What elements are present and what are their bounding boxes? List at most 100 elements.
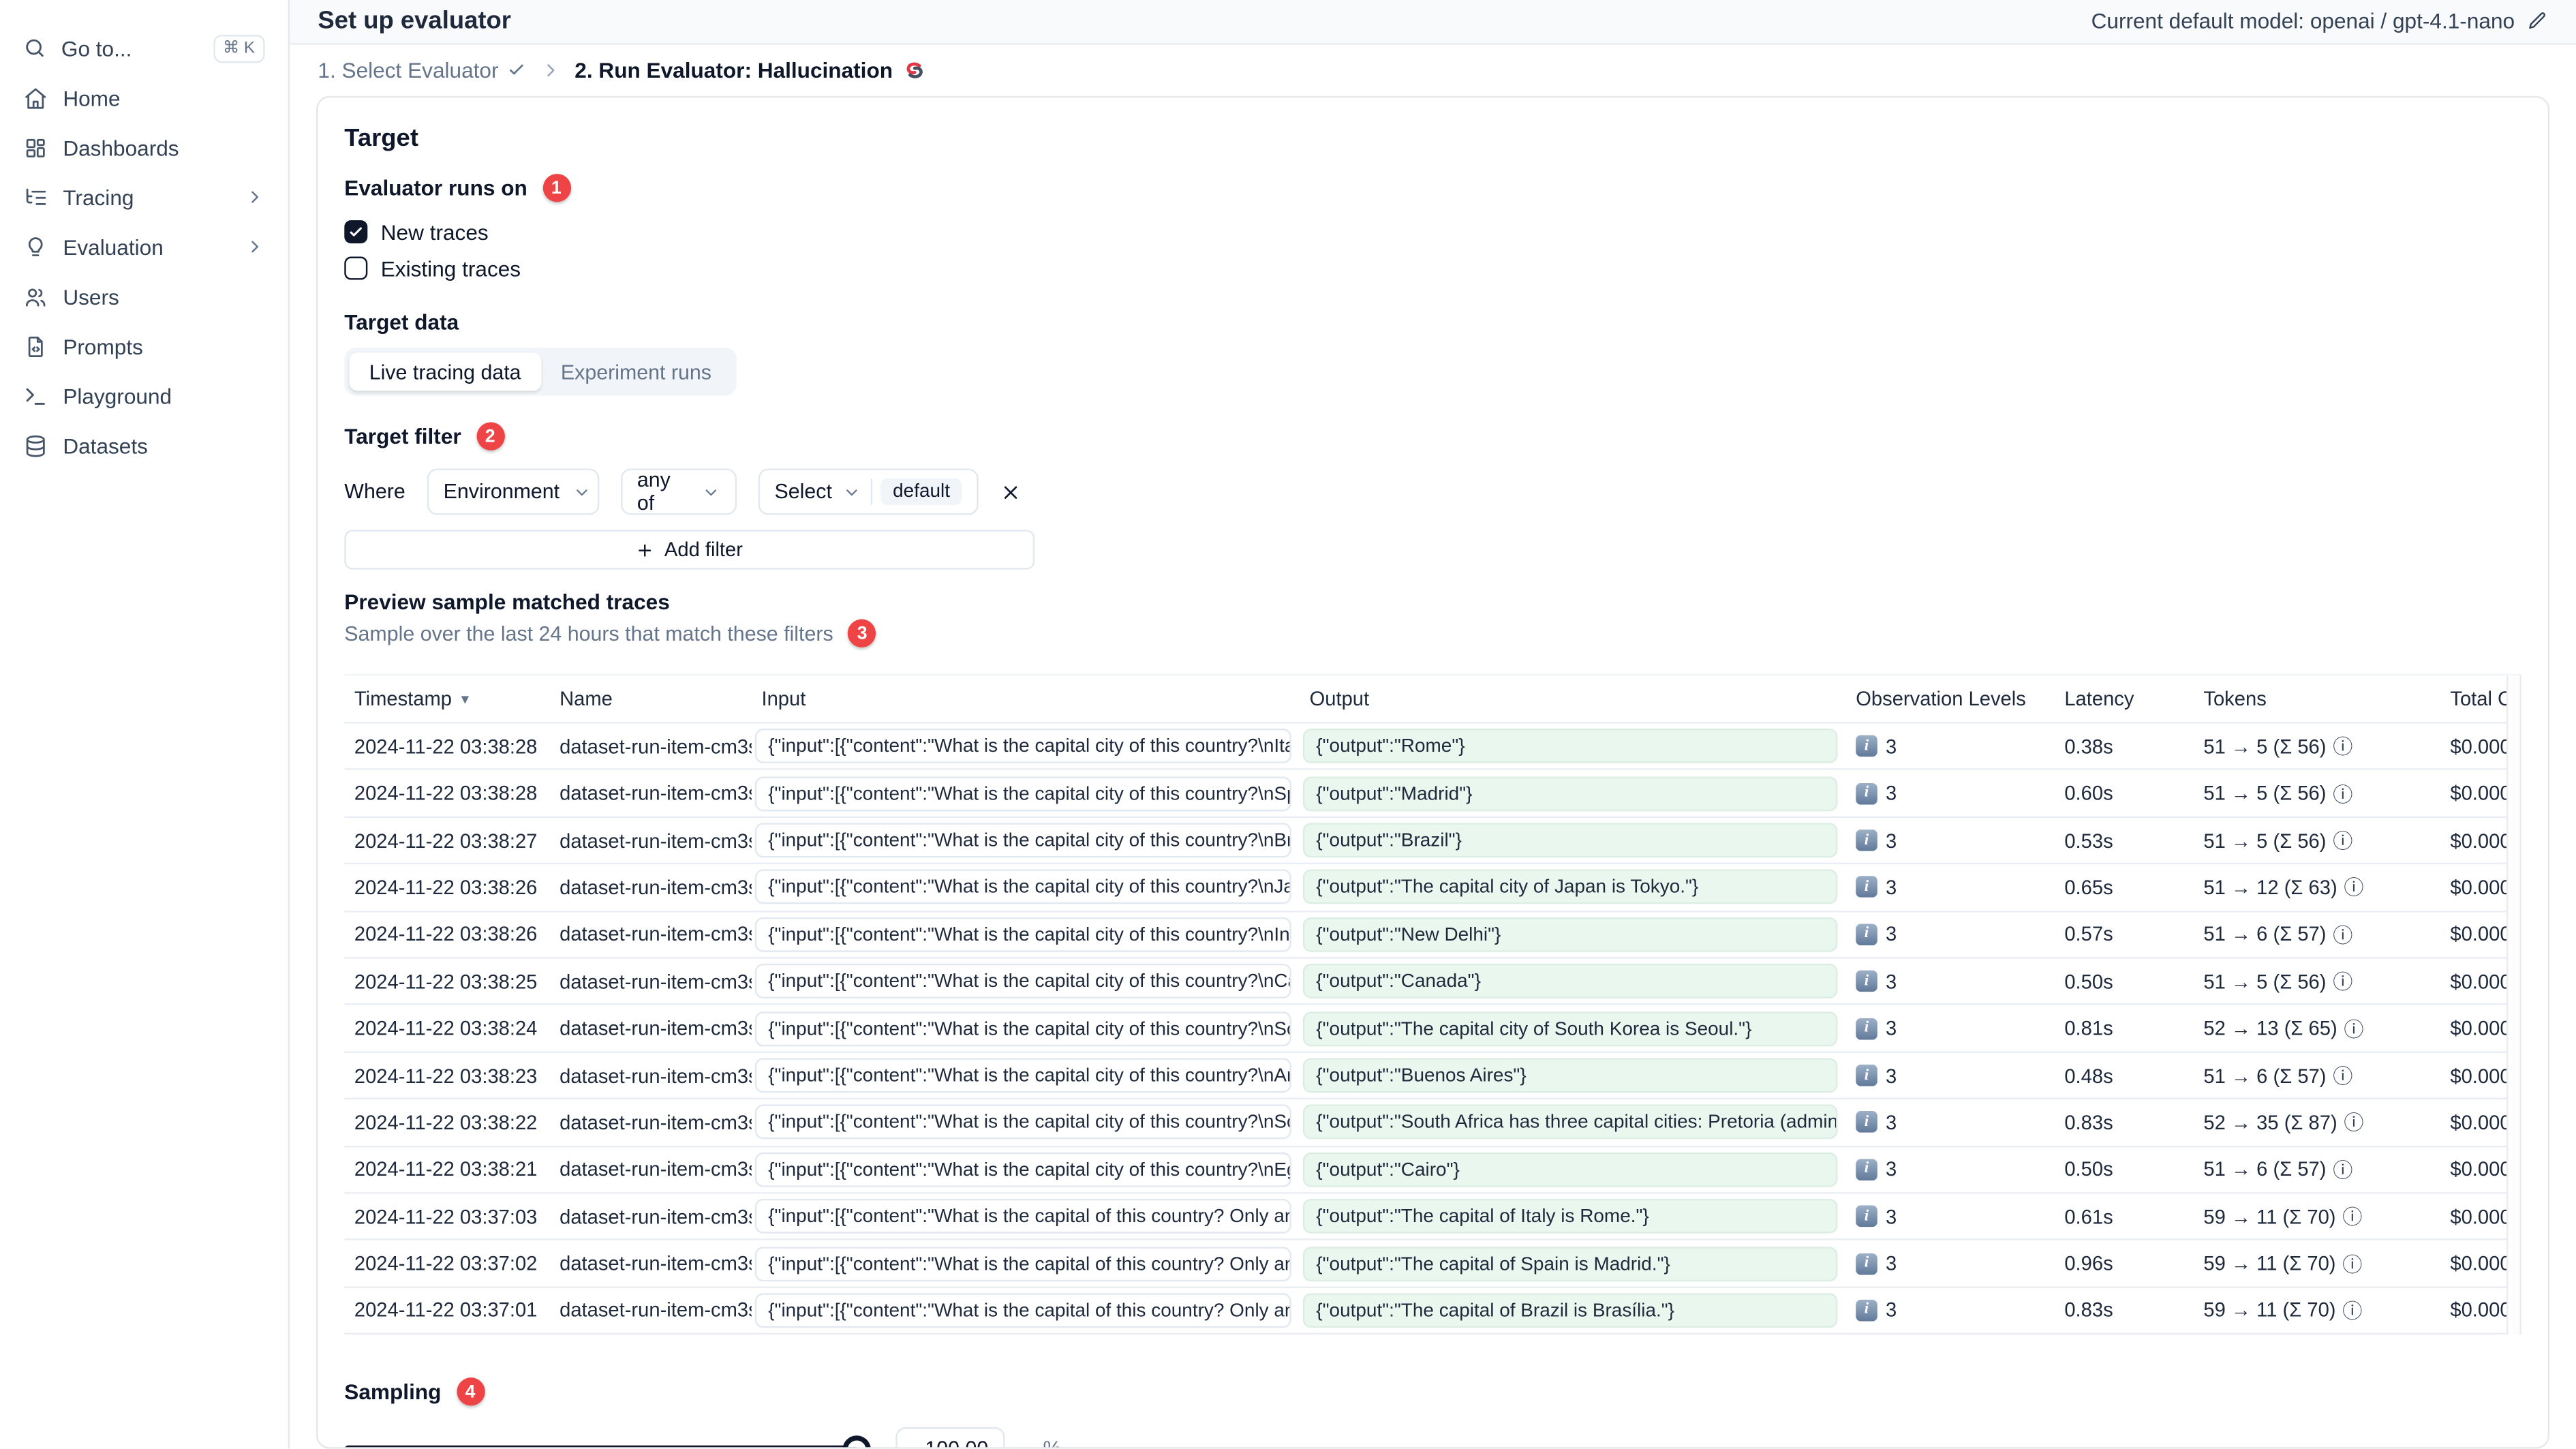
ragas-knot-icon: [907, 62, 923, 78]
table-scrollbar[interactable]: [2506, 675, 2521, 1335]
timestamp-cell: 2024-11-22 03:37:01: [354, 1298, 538, 1322]
input-json-box[interactable]: {"input":[{"content":"What is the capita…: [754, 1011, 1291, 1046]
observation-level-value: 3: [1885, 1063, 1897, 1087]
tokens-cell: 51 → 6 (Σ 57) ⓘ: [2194, 1155, 2440, 1183]
filter-field-select[interactable]: Environment: [427, 468, 599, 515]
tab-experiment-runs[interactable]: Experiment runs: [541, 353, 731, 391]
sidebar-item-users[interactable]: Users: [0, 271, 288, 321]
output-json-box[interactable]: {"output":"The capital city of South Kor…: [1302, 1011, 1838, 1046]
input-json-box[interactable]: {"input":[{"content":"What is the capita…: [754, 1058, 1291, 1093]
sidebar-item-tracing[interactable]: Tracing: [0, 172, 288, 222]
table-row[interactable]: 2024-11-22 03:38:23 dataset-run-item-cm3…: [344, 1053, 2508, 1100]
tab-live-tracing-data[interactable]: Live tracing data: [349, 352, 541, 391]
table-row[interactable]: 2024-11-22 03:37:02 dataset-run-item-cm3…: [344, 1240, 2508, 1288]
latency-cell: 0.60s: [2064, 782, 2113, 806]
input-json-box[interactable]: {"input":[{"content":"What is the capita…: [754, 917, 1291, 952]
input-cell: {"input":[{"content":"What is the capita…: [752, 1199, 1300, 1234]
input-cell: {"input":[{"content":"What is the capita…: [752, 729, 1300, 764]
database-icon: [23, 433, 48, 457]
table-row[interactable]: 2024-11-22 03:38:26 dataset-run-item-cm3…: [344, 912, 2508, 959]
table-row[interactable]: 2024-11-22 03:38:25 dataset-run-item-cm3…: [344, 959, 2508, 1006]
input-json-box[interactable]: {"input":[{"content":"What is the capita…: [754, 964, 1291, 999]
remove-filter-button[interactable]: [1000, 481, 1022, 503]
input-json-box[interactable]: {"input":[{"content":"What is the capita…: [754, 823, 1291, 858]
info-icon: ⓘ: [2333, 1065, 2353, 1088]
filter-operator-select[interactable]: any of: [620, 468, 737, 515]
output-json-box[interactable]: {"output":"South Africa has three capita…: [1302, 1105, 1838, 1140]
input-json-box[interactable]: {"input":[{"content":"What is the capita…: [754, 870, 1291, 905]
breadcrumb-step-2[interactable]: 2. Run Evaluator: Hallucination: [574, 58, 927, 82]
output-json-box[interactable]: {"output":"New Delhi"}: [1302, 917, 1838, 952]
input-json-box[interactable]: {"input":[{"content":"What is the capita…: [754, 1199, 1291, 1234]
sidebar-item-dashboards[interactable]: Dashboards: [0, 123, 288, 172]
total-cost-cell: $0.000011 (: [2450, 782, 2508, 806]
table-header-row: Timestamp ▼ Name Input Output Observation…: [344, 675, 2508, 724]
table-row[interactable]: 2024-11-22 03:38:28 dataset-run-item-cm3…: [344, 724, 2508, 771]
table-row[interactable]: 2024-11-22 03:37:01 dataset-run-item-cm3…: [344, 1287, 2508, 1335]
plus-icon: [639, 543, 651, 556]
target-heading: Target: [344, 124, 418, 153]
sidebar-item-home[interactable]: Home: [0, 73, 288, 123]
input-json-box[interactable]: {"input":[{"content":"What is the capita…: [754, 729, 1291, 764]
sampling-slider[interactable]: [344, 1435, 871, 1448]
sidebar-item-playground[interactable]: Playground: [0, 371, 288, 421]
input-cell: {"input":[{"content":"What is the capita…: [752, 870, 1300, 905]
sampling-value-input[interactable]: [895, 1427, 1005, 1448]
output-json-box[interactable]: {"output":"Brazil"}: [1302, 823, 1838, 858]
goto-search[interactable]: Go to... ⌘ K: [0, 23, 288, 73]
info-icon: ⓘ: [2344, 1018, 2364, 1041]
output-json-box[interactable]: {"output":"Rome"}: [1302, 729, 1838, 764]
input-json-box[interactable]: {"input":[{"content":"What is the capita…: [754, 1246, 1291, 1281]
table-row[interactable]: 2024-11-22 03:38:27 dataset-run-item-cm3…: [344, 818, 2508, 865]
tokens-cell: 52 → 35 (Σ 87) ⓘ: [2194, 1108, 2440, 1136]
output-json-box[interactable]: {"output":"Cairo"}: [1302, 1152, 1838, 1187]
output-json-box[interactable]: {"output":"Buenos Aires"}: [1302, 1058, 1838, 1093]
timestamp-cell: 2024-11-22 03:38:28: [354, 735, 538, 759]
observation-levels-cell: i 3: [1846, 1205, 2055, 1228]
column-header-timestamp[interactable]: Timestamp ▼: [344, 687, 549, 710]
total-cost-cell: $0.000011 (: [2450, 922, 2508, 946]
observation-levels-cell: i 3: [1846, 735, 2055, 758]
filter-value-chip: default: [881, 478, 962, 506]
table-row[interactable]: 2024-11-22 03:38:21 dataset-run-item-cm3…: [344, 1147, 2508, 1194]
table-row[interactable]: 2024-11-22 03:38:22 dataset-run-item-cm3…: [344, 1100, 2508, 1147]
input-json-box[interactable]: {"input":[{"content":"What is the capita…: [754, 776, 1291, 811]
checkbox-existing-traces[interactable]: Existing traces: [344, 251, 2521, 285]
sampling-label-row: Sampling 4: [344, 1377, 2521, 1406]
timestamp-cell: 2024-11-22 03:38:21: [354, 1157, 538, 1181]
tokens-cell: 51 → 5 (Σ 56) ⓘ: [2194, 826, 2440, 854]
table-row[interactable]: 2024-11-22 03:38:24 dataset-run-item-cm3…: [344, 1006, 2508, 1053]
breadcrumb-step-1[interactable]: 1. Select Evaluator: [318, 58, 526, 82]
output-json-box[interactable]: {"output":"Madrid"}: [1302, 776, 1838, 811]
output-json-box[interactable]: {"output":"Canada"}: [1302, 964, 1838, 999]
filter-value-select[interactable]: Select default: [758, 468, 979, 515]
checkbox-new-traces[interactable]: New traces: [344, 215, 2521, 249]
breadcrumb: 1. Select Evaluator 2. Run Evaluator: Ha…: [290, 44, 2576, 96]
name-cell: dataset-run-item-cm3s4: [559, 1016, 752, 1040]
output-cell: {"output":"Rome"}: [1300, 729, 1846, 764]
output-json-box[interactable]: {"output":"The capital city of Japan is …: [1302, 870, 1838, 905]
latency-cell: 0.61s: [2064, 1204, 2113, 1228]
output-json-box[interactable]: {"output":"The capital of Italy is Rome.…: [1302, 1199, 1838, 1234]
sidebar-item-datasets[interactable]: Datasets: [0, 421, 288, 470]
table-row[interactable]: 2024-11-22 03:37:03 dataset-run-item-cm3…: [344, 1193, 2508, 1241]
sidebar-item-prompts[interactable]: Prompts: [0, 321, 288, 371]
default-model-text: Current default model: openai / gpt-4.1-…: [2091, 8, 2515, 34]
observation-level-value: 3: [1885, 1016, 1897, 1040]
total-cost-cell: $0.000016: [2450, 1016, 2508, 1040]
output-json-box[interactable]: {"output":"The capital of Brazil is Bras…: [1302, 1293, 1838, 1328]
sampling-unit: %: [1043, 1437, 1061, 1447]
output-json-box[interactable]: {"output":"The capital of Spain is Madri…: [1302, 1246, 1838, 1281]
sidebar-item-evaluation[interactable]: Evaluation: [0, 222, 288, 272]
total-cost-cell: $0.000011 (: [2450, 735, 2508, 759]
latency-cell: 0.38s: [2064, 735, 2113, 759]
table-row[interactable]: 2024-11-22 03:38:26 dataset-run-item-cm3…: [344, 865, 2508, 912]
table-row[interactable]: 2024-11-22 03:38:28 dataset-run-item-cm3…: [344, 771, 2508, 818]
slider-handle[interactable]: [842, 1435, 871, 1448]
input-json-box[interactable]: {"input":[{"content":"What is the capita…: [754, 1293, 1291, 1328]
output-cell: {"output":"Buenos Aires"}: [1300, 1058, 1846, 1093]
add-filter-button[interactable]: Add filter: [344, 530, 1035, 570]
input-json-box[interactable]: {"input":[{"content":"What is the capita…: [754, 1105, 1291, 1140]
edit-pencil-icon[interactable]: [2526, 10, 2548, 32]
input-json-box[interactable]: {"input":[{"content":"What is the capita…: [754, 1152, 1291, 1187]
